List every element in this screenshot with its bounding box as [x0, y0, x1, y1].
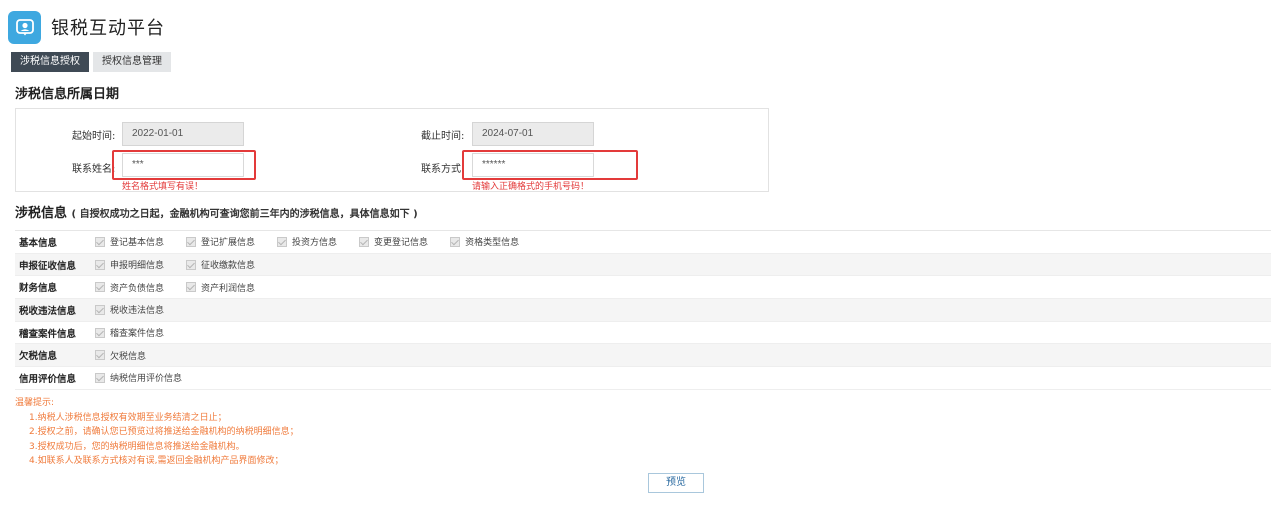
checkbox-option[interactable]: 资产负债信息: [95, 281, 164, 294]
checkbox-option[interactable]: 征收缴款信息: [186, 258, 255, 271]
checkbox-checked-icon[interactable]: [186, 282, 197, 293]
table-row: 信用评价信息 纳税信用评价信息: [15, 367, 1271, 390]
preview-button[interactable]: 预览: [648, 473, 704, 493]
row-label: 欠税信息: [19, 351, 58, 363]
end-time-label: 截止时间:: [421, 131, 465, 142]
table-row: 基本信息 登记基本信息 登记扩展信息 投资方信息 变更登记信息 资格类型信息: [15, 231, 1271, 254]
checkbox-option[interactable]: 资格类型信息: [450, 235, 519, 248]
checkbox-checked-icon[interactable]: [95, 282, 105, 293]
tab-authorization-management[interactable]: 授权信息管理: [93, 52, 171, 72]
checkbox-checked-icon[interactable]: [186, 259, 197, 270]
option-label: 登记基本信息: [110, 238, 165, 249]
contact-phone-error-highlight: [462, 150, 638, 180]
tip-item: 4.如联系人及联系方式核对有误,需返回金融机构产品界面修改；: [29, 456, 284, 466]
row-label: 税收违法信息: [19, 305, 77, 317]
option-label: 纳税信用评价信息: [110, 374, 183, 385]
option-label: 变更登记信息: [374, 238, 429, 249]
option-label: 申报明细信息: [110, 261, 165, 272]
table-row: 财务信息 资产负债信息 资产利润信息: [15, 276, 1271, 300]
checkbox-checked-icon[interactable]: [95, 350, 105, 361]
checkbox-option[interactable]: 资产利润信息: [186, 281, 255, 294]
tax-info-table: 基本信息 登记基本信息 登记扩展信息 投资方信息 变更登记信息 资格类型信息 申…: [15, 230, 1271, 390]
app-title: 银税互动平台: [51, 18, 165, 39]
contact-phone-label: 联系方式:: [421, 164, 465, 175]
checkbox-checked-icon[interactable]: [277, 236, 288, 247]
contact-name-error: 姓名格式填写有误！: [122, 182, 204, 192]
checkbox-checked-icon[interactable]: [95, 304, 105, 315]
checkbox-option[interactable]: 税收违法信息: [95, 303, 164, 316]
user-badge-icon: [8, 10, 41, 44]
option-label: 资格类型信息: [465, 238, 520, 249]
start-time-input[interactable]: 2022-01-01: [122, 122, 244, 146]
checkbox-option[interactable]: 登记基本信息: [95, 235, 164, 248]
tax-info-section-title: 涉税信息 ( 自授权成功之日起，金融机构可查询您前三年内的涉税信息，具体信息如下…: [15, 202, 418, 221]
table-row: 稽查案件信息 稽查案件信息: [15, 322, 1271, 345]
contact-name-label: 联系姓名:: [72, 164, 116, 175]
end-time-input[interactable]: 2024-07-01: [472, 122, 594, 146]
warm-tips: 温馨提示: 1.纳税人涉税信息授权有效期至业务结清之日止； 2.授权之前，请确认…: [15, 396, 299, 469]
option-label: 税收违法信息: [110, 306, 165, 317]
tax-info-note: ( 自授权成功之日起，金融机构可查询您前三年内的涉税信息，具体信息如下 ): [71, 209, 418, 220]
tab-tax-info-authorization[interactable]: 涉税信息授权: [11, 52, 89, 72]
row-label: 申报征收信息: [19, 260, 77, 272]
checkbox-checked-icon[interactable]: [95, 372, 105, 383]
option-label: 征收缴款信息: [201, 261, 256, 272]
contact-name-error-highlight: [112, 150, 256, 180]
checkbox-checked-icon[interactable]: [450, 236, 461, 247]
option-label: 投资方信息: [292, 238, 338, 249]
tax-info-title: 涉税信息: [15, 206, 68, 221]
checkbox-option[interactable]: 纳税信用评价信息: [95, 371, 182, 384]
checkbox-option[interactable]: 登记扩展信息: [186, 235, 255, 248]
table-row: 申报征收信息 申报明细信息 征收缴款信息: [15, 253, 1271, 277]
row-label: 稽查案件信息: [19, 328, 77, 340]
contact-phone-error: 请输入正确格式的手机号码！: [472, 182, 590, 192]
date-contact-panel: 起始时间: 2022-01-01 截止时间: 2024-07-01 联系姓名: …: [15, 108, 769, 192]
row-label: 财务信息: [19, 283, 58, 295]
start-time-label: 起始时间:: [72, 131, 116, 142]
option-label: 登记扩展信息: [201, 238, 256, 249]
tips-title: 温馨提示:: [15, 398, 55, 408]
app-header: 银税互动平台: [8, 10, 165, 44]
row-label: 信用评价信息: [19, 373, 77, 385]
option-label: 稽查案件信息: [110, 329, 165, 340]
tip-item: 2.授权之前，请确认您已预览过将推送给金融机构的纳税明细信息；: [29, 427, 299, 437]
tab-bar: 涉税信息授权 授权信息管理: [11, 52, 171, 72]
checkbox-checked-icon[interactable]: [186, 236, 197, 247]
table-row: 税收违法信息 税收违法信息: [15, 299, 1271, 322]
checkbox-option[interactable]: 变更登记信息: [359, 235, 428, 248]
row-label: 基本信息: [19, 237, 58, 249]
checkbox-option[interactable]: 稽查案件信息: [95, 326, 164, 339]
option-label: 资产利润信息: [201, 283, 256, 294]
table-row: 欠税信息 欠税信息: [15, 344, 1271, 368]
option-label: 资产负债信息: [110, 283, 165, 294]
checkbox-checked-icon[interactable]: [359, 236, 370, 247]
checkbox-option[interactable]: 欠税信息: [95, 349, 146, 362]
checkbox-checked-icon[interactable]: [95, 236, 105, 247]
checkbox-option[interactable]: 申报明细信息: [95, 258, 164, 271]
tip-item: 1.纳税人涉税信息授权有效期至业务结清之日止；: [29, 412, 227, 423]
checkbox-checked-icon[interactable]: [95, 327, 105, 338]
checkbox-checked-icon[interactable]: [95, 259, 105, 270]
date-section-title: 涉税信息所属日期: [15, 87, 120, 102]
tip-item: 3.授权成功后，您的纳税明细信息将推送给金融机构。: [29, 441, 245, 452]
checkbox-option[interactable]: 投资方信息: [277, 235, 337, 248]
option-label: 欠税信息: [110, 351, 147, 362]
